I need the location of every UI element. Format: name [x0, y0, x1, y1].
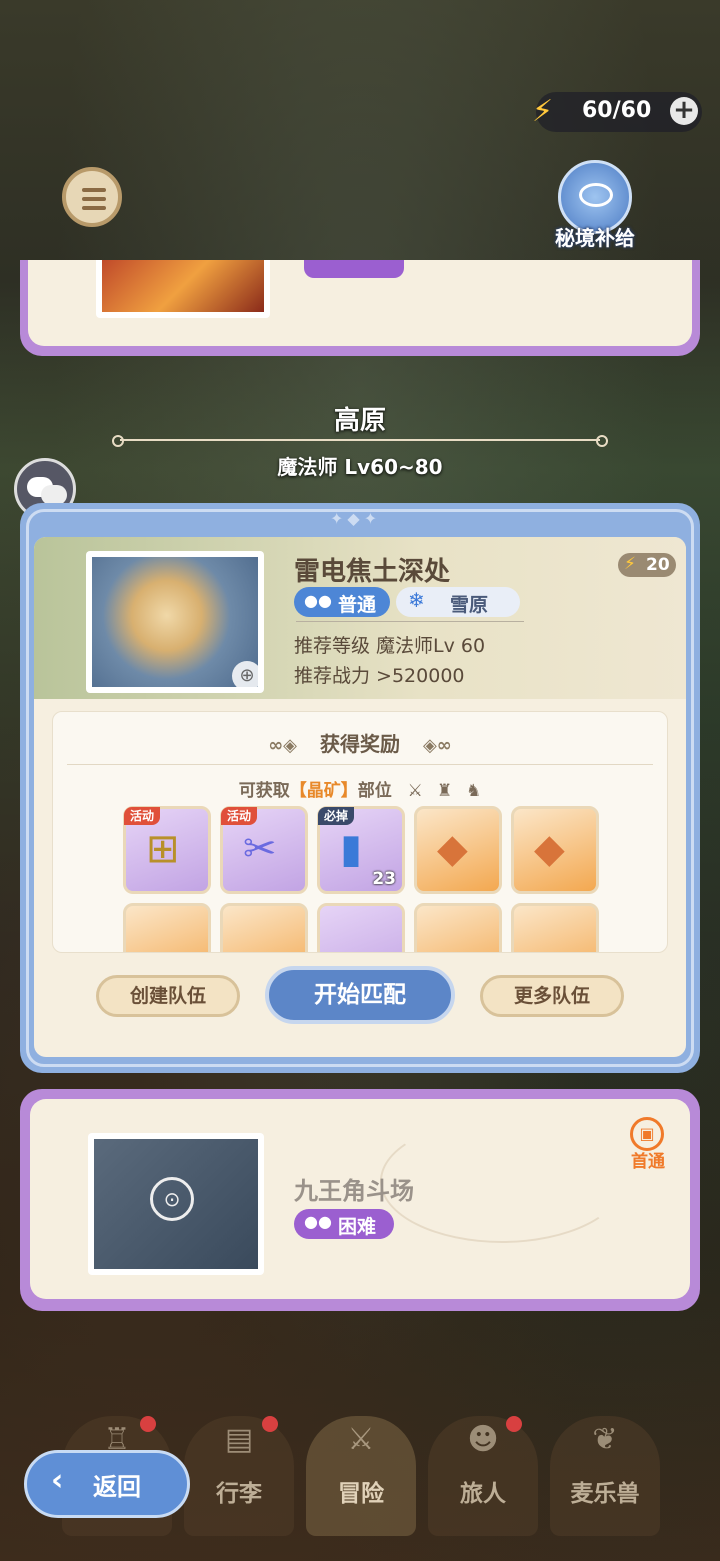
crystal-icon: ◆ — [534, 826, 565, 872]
start-matching-button[interactable]: 开始匹配 — [265, 966, 455, 1024]
back-arrow-icon: ‹ — [51, 1463, 64, 1498]
more-teams-button[interactable]: 更多队伍 — [480, 975, 624, 1017]
reward-title: 获得奖励 — [320, 732, 400, 756]
reward-item[interactable]: 活动 ⊞ — [123, 806, 211, 894]
terrain-badge: ❄ 雪原 — [396, 587, 520, 617]
notification-dot — [262, 1416, 278, 1432]
region-divider — [112, 435, 608, 447]
eye-icon — [579, 183, 613, 207]
ticket-icon: ▮ — [340, 826, 363, 872]
region-title: 高原 — [333, 406, 386, 436]
notification-dot — [506, 1416, 522, 1432]
create-team-button[interactable]: 创建队伍 — [96, 975, 240, 1017]
difficulty-badge: ●● 普通 — [294, 587, 390, 617]
crossed-swords-icon: ⚔ — [347, 1422, 375, 1457]
nav-adventure[interactable]: ⚔ 冒险 — [306, 1416, 416, 1536]
sword-icon: ⚔ — [407, 781, 423, 801]
backpack-icon: ▤ — [224, 1422, 254, 1457]
stage-thumbnail — [96, 260, 270, 318]
difficulty-badge: ●● 困难 — [294, 1209, 394, 1239]
lightning-icon: ⚡ — [532, 94, 554, 129]
reward-item[interactable] — [123, 903, 211, 952]
list-icon — [82, 188, 106, 215]
difficulty-tag — [304, 260, 404, 278]
ornament-right-icon: ◈∞ — [422, 735, 452, 756]
mask-icon: ●● — [304, 591, 332, 610]
guaranteed-tag: 必掉 — [318, 807, 355, 825]
ornament: ✦◆✦ — [330, 509, 382, 528]
add-energy-button[interactable]: + — [670, 97, 698, 125]
reward-item[interactable] — [414, 903, 502, 952]
snowflake-icon: ❄ — [408, 588, 425, 612]
event-tag: 活动 — [124, 807, 161, 825]
energy-cost-badge: ⚡ 20 — [618, 553, 676, 577]
recommend-level: 推荐等级 魔法师Lv 60 — [294, 635, 486, 657]
region-level-range: 魔法师 Lv60~80 — [277, 455, 443, 479]
stage-name: 九王角斗场 — [294, 1177, 414, 1205]
lightning-icon: ⚡ — [624, 554, 636, 574]
reward-item[interactable]: 必掉 ▮ 23 — [317, 806, 405, 894]
stage-card-locked[interactable]: ⊙ 九王角斗场 ●● 困难 ▣ 首通 — [20, 1089, 700, 1311]
reward-item[interactable] — [220, 903, 308, 952]
nav-luggage[interactable]: ▤ 行李 — [184, 1416, 294, 1536]
energy-counter: ⚡ 60/60 + — [532, 92, 702, 132]
scissors-icon: ✂ — [243, 826, 277, 872]
first-clear-badge: ▣ 首通 — [622, 1117, 674, 1172]
lock-icon: ⊙ — [150, 1177, 194, 1221]
menu-button[interactable] — [62, 167, 122, 227]
mask-icon: ●● — [304, 1212, 332, 1231]
boss-portrait[interactable]: ⊕ — [86, 551, 264, 693]
stage-name: 雷电焦土深处 — [294, 557, 451, 587]
crescent-decoration — [380, 1119, 624, 1243]
item-count: 23 — [372, 869, 396, 889]
nav-traveler[interactable]: ☻ 旅人 — [428, 1416, 538, 1536]
spatula-icon: ⊞ — [146, 826, 180, 872]
crystal-icon: ◆ — [437, 826, 468, 872]
stage-thumbnail-locked: ⊙ — [88, 1133, 264, 1275]
reward-item[interactable]: ◆ — [511, 806, 599, 894]
available-parts: 可获取【晶矿】部位 ⚔ ♜ ♞ — [238, 781, 482, 801]
stage-card-previous[interactable] — [20, 260, 700, 356]
reward-items: 活动 ⊞ 活动 ✂ 必掉 ▮ 23 ◆ ◆ — [123, 806, 603, 952]
secret-supply-label: 秘境补给 — [555, 226, 635, 250]
reward-item[interactable] — [511, 903, 599, 952]
ornament-left-icon: ∞◈ — [268, 735, 298, 756]
back-button[interactable]: ‹ 返回 — [24, 1450, 190, 1518]
armor-icon: ♜ — [436, 781, 453, 801]
reward-panel: ∞◈ 获得奖励 ◈∞ 可获取【晶矿】部位 ⚔ ♜ ♞ 活动 ⊞ 活动 ✂ 必掉 … — [52, 711, 668, 953]
character-icon: ☻ — [467, 1422, 499, 1457]
event-tag: 活动 — [221, 807, 258, 825]
recommend-power: 推荐战力 >520000 — [294, 665, 465, 687]
boots-icon: ♞ — [466, 781, 482, 801]
reward-item[interactable]: ◆ — [414, 806, 502, 894]
notification-dot — [140, 1416, 156, 1432]
zoom-icon[interactable]: ⊕ — [232, 661, 262, 691]
energy-value: 60/60 — [582, 98, 652, 123]
nav-pets[interactable]: ❦ 麦乐兽 — [550, 1416, 660, 1536]
chest-icon: ▣ — [630, 1117, 664, 1151]
reward-item[interactable] — [317, 903, 405, 952]
reward-item[interactable]: 活动 ✂ — [220, 806, 308, 894]
pet-icon: ❦ — [592, 1422, 618, 1457]
